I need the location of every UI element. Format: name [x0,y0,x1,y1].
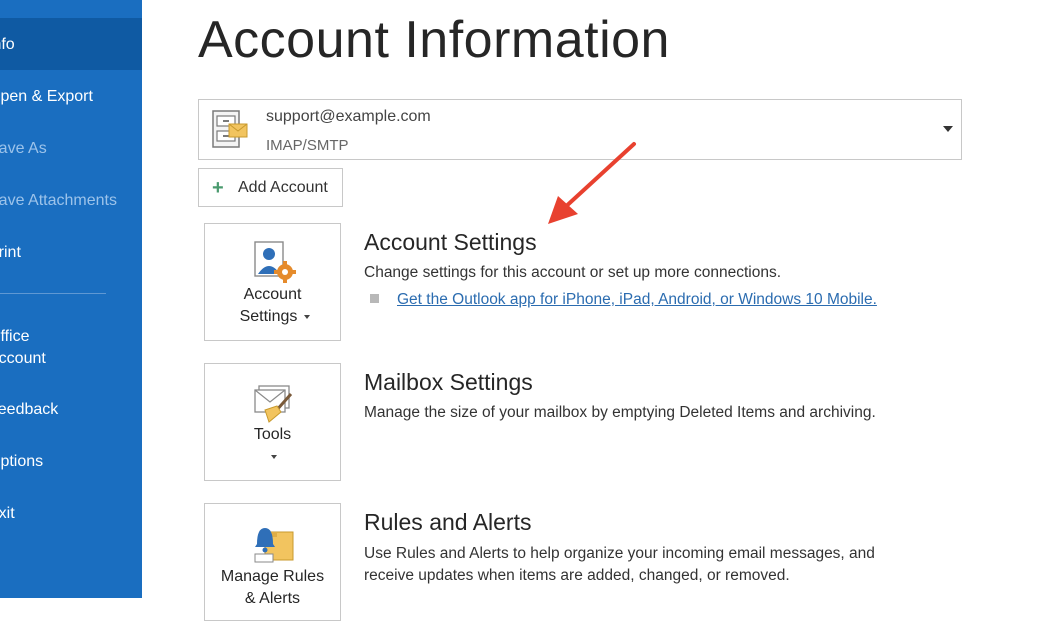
nav-options[interactable]: Options [0,436,142,488]
rules-alerts-bell-icon [254,528,294,563]
rules-alerts-title: Rules and Alerts [364,509,532,535]
account-settings-gear-icon [254,241,296,283]
account-settings-description: Change settings for this account or set … [364,264,782,281]
tools-broom-icon [254,385,293,423]
nav-save-attachments[interactable]: Save Attachments [0,175,142,227]
rules-alerts-description-1: Use Rules and Alerts to help organize yo… [364,545,875,562]
plus-icon: + [212,177,224,199]
red-arrow-icon [548,142,636,224]
nav-feedback[interactable]: Feedback [0,384,142,436]
nav-separator [0,293,106,294]
caret-down-icon [304,315,310,319]
nav-office-account[interactable]: Office Account [0,318,142,382]
chevron-down-icon[interactable] [943,126,953,132]
rules-alerts-description-2: receive updates when items are added, ch… [364,567,790,584]
outlook-app-link[interactable]: Get the Outlook app for iPhone, iPad, An… [397,291,877,309]
account-settings-tile[interactable]: Account Settings [204,223,341,341]
bullet-icon [370,294,379,303]
caret-down-icon [271,455,277,459]
nav-open-export[interactable]: Open & Export [0,71,142,123]
account-card-icon [212,110,248,148]
add-account-button[interactable]: + Add Account [198,168,343,207]
nav-info[interactable]: Info [0,18,142,70]
backstage-sidebar: Info Open & Export Save As Save Attachme… [0,0,142,598]
nav-save-as[interactable]: Save As [0,123,142,175]
account-type: IMAP/SMTP [266,137,349,154]
account-email: support@example.com [266,108,431,125]
manage-rules-tile[interactable]: Manage Rules & Alerts [204,503,341,621]
mailbox-settings-title: Mailbox Settings [364,369,533,395]
nav-print[interactable]: Print [0,227,142,279]
mailbox-settings-description: Manage the size of your mailbox by empty… [364,404,876,421]
account-settings-title: Account Settings [364,229,537,255]
tools-tile[interactable]: Tools [204,363,341,481]
page-title: Account Information [198,11,670,69]
nav-exit[interactable]: Exit [0,488,142,540]
